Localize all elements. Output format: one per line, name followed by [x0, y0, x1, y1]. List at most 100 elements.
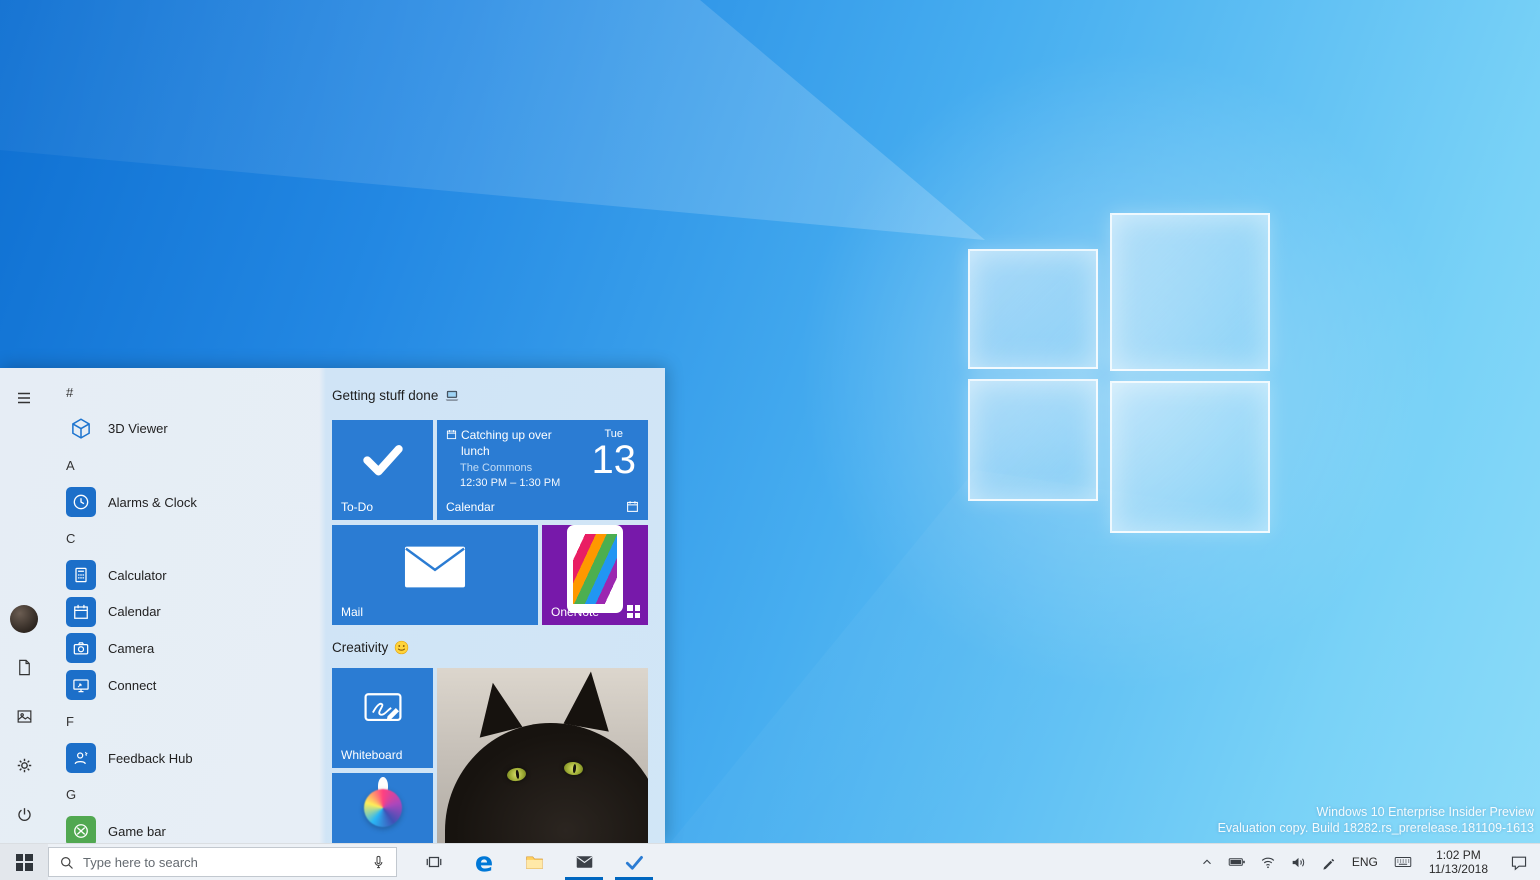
hidden-icons-button[interactable]: [1193, 844, 1221, 880]
app-item-calendar[interactable]: Calendar: [48, 594, 326, 631]
chevron-up-icon: [1200, 855, 1214, 869]
battery-icon: [1228, 855, 1246, 869]
windows-logo: [968, 213, 1270, 535]
start-menu-rail: [0, 368, 48, 843]
expand-menu-button[interactable]: [0, 376, 48, 420]
calculator-icon: [66, 560, 96, 591]
edge-icon: e: [474, 846, 494, 878]
settings-button[interactable]: [0, 741, 48, 790]
app-list-letter-g[interactable]: G: [48, 777, 326, 814]
wifi-icon: [1260, 855, 1276, 869]
app-list: # 3D Viewer A Alarms & Clock C Calculato…: [48, 374, 326, 843]
system-tray: ENG 1:02 PM 11/13/2018: [1193, 844, 1540, 880]
search-input[interactable]: [83, 854, 362, 870]
task-view-icon: [425, 853, 443, 871]
language-indicator[interactable]: ENG: [1343, 844, 1387, 880]
desktop: Windows 10 Enterprise Insider Preview Ev…: [0, 0, 1540, 880]
app-item-3d-viewer[interactable]: 3D Viewer: [48, 411, 326, 448]
taskbar-search-box[interactable]: [48, 847, 397, 877]
windows-logo-pane: [1110, 213, 1270, 371]
tile-todo[interactable]: To-Do: [332, 420, 433, 520]
calendar-event-title: Catching up over lunch: [461, 428, 552, 458]
network-status-button[interactable]: [1253, 844, 1283, 880]
app-item-calculator[interactable]: Calculator: [48, 557, 326, 594]
app-label: Connect: [108, 677, 157, 693]
smiley-face-emoji-icon: [394, 640, 409, 655]
app-list-letter-c[interactable]: C: [48, 520, 326, 557]
app-label: Game bar: [108, 823, 166, 839]
connect-icon: [66, 670, 96, 701]
app-label: Feedback Hub: [108, 750, 193, 766]
app-item-feedback-hub[interactable]: Feedback Hub: [48, 740, 326, 777]
documents-button[interactable]: [0, 643, 48, 692]
taskbar-clock[interactable]: 1:02 PM 11/13/2018: [1419, 844, 1498, 880]
calendar-badge-icon: [626, 500, 639, 513]
task-view-button[interactable]: [409, 844, 459, 880]
onenote-phone-image: [567, 525, 623, 613]
tile-label: Mail: [341, 605, 364, 619]
taskbar: e: [0, 843, 1540, 880]
tile-group-creativity: Creativity: [332, 640, 409, 655]
todo-checkmark-icon: [623, 852, 645, 872]
user-avatar: [10, 604, 38, 633]
volume-button[interactable]: [1283, 844, 1314, 880]
clock-icon: [66, 487, 96, 518]
power-icon: [15, 805, 34, 824]
pictures-button[interactable]: [0, 692, 48, 741]
app-item-connect[interactable]: Connect: [48, 667, 326, 704]
microphone-icon[interactable]: [371, 854, 386, 870]
start-button[interactable]: [0, 844, 48, 880]
start-menu: # 3D Viewer A Alarms & Clock C Calculato…: [0, 368, 665, 843]
tile-whiteboard[interactable]: Whiteboard: [332, 668, 433, 768]
app-label: Calendar: [108, 604, 161, 620]
battery-status-button[interactable]: [1221, 844, 1253, 880]
tile-calendar[interactable]: Catching up over lunch The Commons 12:30…: [437, 420, 648, 520]
calendar-day-number: 13: [591, 438, 637, 482]
app-label: Camera: [108, 640, 155, 656]
file-explorer-button[interactable]: [509, 844, 559, 880]
pen-icon: [1321, 855, 1336, 870]
camera-icon: [66, 633, 96, 664]
power-button[interactable]: [0, 790, 48, 839]
pen-settings-button[interactable]: [1314, 844, 1343, 880]
user-account-button[interactable]: [0, 594, 48, 643]
watermark-line1: Windows 10 Enterprise Insider Preview: [1316, 805, 1534, 819]
speaker-icon: [1290, 855, 1307, 870]
watermark-line2: Evaluation copy. Build 18282.rs_prerelea…: [1217, 821, 1534, 835]
action-center-button[interactable]: [1498, 844, 1540, 880]
tile-mail[interactable]: Mail: [332, 525, 538, 625]
microsoft-badge-icon: [627, 605, 640, 618]
tile-onenote[interactable]: OneNote: [542, 525, 648, 625]
tile-label: Whiteboard: [341, 748, 403, 762]
tile-photos[interactable]: [437, 668, 648, 843]
hamburger-menu-icon: [15, 389, 33, 407]
laptop-emoji-icon: [444, 389, 460, 403]
windows-start-icon: [15, 853, 33, 871]
clock-date: 11/13/2018: [1428, 862, 1488, 876]
app-list-letter-a[interactable]: A: [48, 447, 326, 484]
tile-group-getting-stuff-done: Getting stuff done: [332, 388, 460, 403]
game-bar-icon: [66, 816, 96, 843]
search-icon: [59, 855, 74, 870]
app-item-game-bar[interactable]: Game bar: [48, 813, 326, 843]
touch-keyboard-button[interactable]: [1387, 844, 1419, 880]
tile-label: Calendar: [446, 500, 495, 514]
edge-button[interactable]: e: [459, 844, 509, 880]
keyboard-icon: [1394, 855, 1412, 869]
cat-photo: [437, 668, 648, 843]
app-list-letter-f[interactable]: F: [48, 703, 326, 740]
todo-button[interactable]: [609, 844, 659, 880]
clock-time: 1:02 PM: [1436, 848, 1481, 862]
whiteboard-icon: [361, 686, 405, 730]
app-item-alarms-clock[interactable]: Alarms & Clock: [48, 484, 326, 521]
app-item-camera[interactable]: Camera: [48, 630, 326, 667]
tile-paint-3d[interactable]: [332, 773, 433, 843]
documents-icon: [15, 658, 34, 677]
app-label: 3D Viewer: [108, 421, 168, 437]
calendar-icon: [66, 596, 96, 627]
todo-check-icon: [356, 431, 410, 485]
tile-label: To-Do: [341, 500, 374, 514]
event-calendar-icon: [446, 429, 457, 459]
mail-button[interactable]: [559, 844, 609, 880]
app-list-letter-hash[interactable]: #: [48, 374, 326, 411]
